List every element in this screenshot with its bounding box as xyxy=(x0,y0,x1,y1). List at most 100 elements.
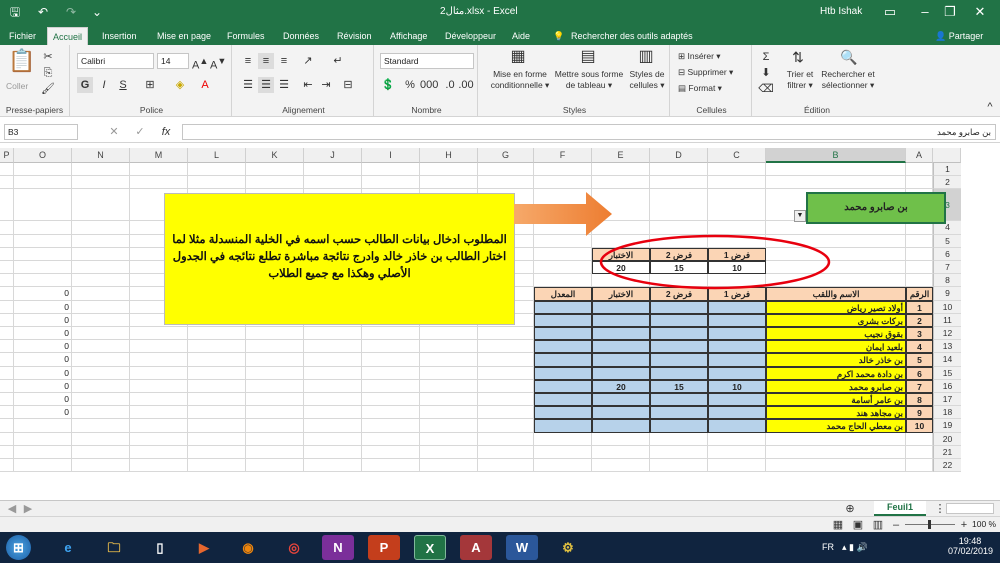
new-sheet-icon[interactable]: ⊕ xyxy=(842,501,858,517)
cell[interactable] xyxy=(0,393,14,407)
cell[interactable] xyxy=(246,445,304,459)
cell[interactable] xyxy=(130,419,188,433)
cell[interactable] xyxy=(0,189,14,222)
cell[interactable] xyxy=(14,221,72,235)
column-header-g[interactable]: G xyxy=(478,148,534,163)
align-middle-icon[interactable]: ≡ xyxy=(258,53,274,69)
column-header-l[interactable]: L xyxy=(188,148,246,163)
collapse-ribbon-icon[interactable]: ^ xyxy=(982,99,998,115)
cell[interactable] xyxy=(362,432,420,446)
cell[interactable] xyxy=(0,274,14,288)
row-header-8[interactable]: 8 xyxy=(933,274,961,288)
column-header-k[interactable]: K xyxy=(246,148,304,163)
row-header-2[interactable]: 2 xyxy=(933,176,961,190)
tab-revision[interactable]: Révision xyxy=(332,27,377,45)
cell[interactable] xyxy=(304,445,362,459)
grade-exam[interactable] xyxy=(592,327,650,341)
accounting-format-icon[interactable]: 💲 xyxy=(380,77,396,93)
grade-exam[interactable]: 20 xyxy=(592,379,650,393)
column-header-i[interactable]: I xyxy=(362,148,420,163)
row-header-16[interactable]: 16 xyxy=(933,379,961,393)
row-number[interactable]: 7 xyxy=(906,379,933,393)
student-name[interactable]: بن صابرو محمد xyxy=(766,379,906,393)
cell[interactable] xyxy=(72,379,130,393)
cell[interactable] xyxy=(766,163,906,177)
select-all-corner[interactable] xyxy=(933,148,961,163)
grade-avg[interactable] xyxy=(534,379,592,393)
cell[interactable] xyxy=(708,163,766,177)
sheet-tab-feuil1[interactable]: Feuil1 xyxy=(874,501,926,516)
cell[interactable] xyxy=(478,393,534,407)
cell[interactable] xyxy=(130,176,188,190)
cell[interactable] xyxy=(0,459,14,473)
tell-me-search[interactable]: Rechercher des outils adaptés xyxy=(566,27,698,45)
cell[interactable] xyxy=(906,163,933,177)
cell[interactable] xyxy=(130,432,188,446)
column-header-b[interactable]: B xyxy=(766,148,906,163)
cell[interactable] xyxy=(362,445,420,459)
worksheet-grid[interactable]: ABCDEFGHIJKLMNOP 1 2 3 4 5 6 7 8 9 10 11 12 13 14 15 16… xyxy=(0,148,1000,500)
row-number[interactable]: 1 xyxy=(906,300,933,314)
cell[interactable] xyxy=(0,234,14,248)
cell[interactable] xyxy=(72,445,130,459)
row-header-5[interactable]: 5 xyxy=(933,234,961,248)
cell[interactable] xyxy=(592,432,650,446)
zoom-level[interactable]: 100 % xyxy=(972,519,996,529)
cell[interactable] xyxy=(304,432,362,446)
cell[interactable] xyxy=(72,327,130,341)
cell[interactable] xyxy=(130,445,188,459)
align-right-icon[interactable]: ☰ xyxy=(276,77,292,93)
cell[interactable] xyxy=(0,432,14,446)
col-o-value[interactable]: 0 xyxy=(14,353,72,367)
cell[interactable] xyxy=(14,459,72,473)
undo-icon[interactable]: ↶ xyxy=(34,3,52,21)
cell[interactable] xyxy=(246,379,304,393)
cell[interactable] xyxy=(188,459,246,473)
customize-qat-icon[interactable]: ⌄ xyxy=(88,3,106,21)
cell[interactable] xyxy=(72,261,130,275)
copy-icon[interactable]: ⎘ xyxy=(40,65,56,81)
enter-icon[interactable]: ✓ xyxy=(132,124,148,140)
cell[interactable] xyxy=(188,419,246,433)
row-header-12[interactable]: 12 xyxy=(933,327,961,341)
cell[interactable] xyxy=(906,261,933,275)
grade-avg[interactable] xyxy=(534,300,592,314)
row-header-10[interactable]: 10 xyxy=(933,300,961,314)
cell[interactable] xyxy=(592,459,650,473)
row-number[interactable]: 3 xyxy=(906,327,933,341)
find-select-button[interactable]: Rechercher et sélectionner ▾ xyxy=(818,69,878,91)
ie-icon[interactable]: e xyxy=(52,535,84,560)
cell[interactable] xyxy=(188,393,246,407)
cell[interactable] xyxy=(246,176,304,190)
cell[interactable] xyxy=(906,432,933,446)
student-name[interactable]: بقوق نجيب xyxy=(766,327,906,341)
cell[interactable] xyxy=(188,445,246,459)
cell[interactable] xyxy=(708,176,766,190)
grade-f2[interactable] xyxy=(650,300,708,314)
cell[interactable] xyxy=(420,340,478,354)
normal-view-icon[interactable]: ▦ xyxy=(830,517,846,533)
grade-f2[interactable] xyxy=(650,366,708,380)
tab-developpeur[interactable]: Développeur xyxy=(440,27,501,45)
column-header-m[interactable]: M xyxy=(130,148,188,163)
cell[interactable] xyxy=(304,406,362,420)
student-name[interactable]: بن خاذر خالد xyxy=(766,353,906,367)
column-header-d[interactable]: D xyxy=(650,148,708,163)
cell[interactable] xyxy=(534,234,592,248)
student-name[interactable]: بن مجاهد هند xyxy=(766,406,906,420)
cell[interactable] xyxy=(906,234,933,248)
cell[interactable] xyxy=(72,313,130,327)
clock[interactable]: 19:48 07/02/2019 xyxy=(948,536,993,556)
cell[interactable] xyxy=(420,379,478,393)
grade-f2[interactable]: 15 xyxy=(650,379,708,393)
cell[interactable] xyxy=(188,366,246,380)
decrease-decimal-icon[interactable]: .00 xyxy=(458,77,474,93)
grade-avg[interactable] xyxy=(534,406,592,420)
cell[interactable] xyxy=(0,445,14,459)
student-name[interactable]: بلعيد ايمان xyxy=(766,340,906,354)
horizontal-scrollbar[interactable] xyxy=(946,503,994,514)
underline-button[interactable]: S xyxy=(115,77,131,93)
cell[interactable] xyxy=(14,261,72,275)
cell[interactable] xyxy=(420,327,478,341)
cell[interactable] xyxy=(478,459,534,473)
